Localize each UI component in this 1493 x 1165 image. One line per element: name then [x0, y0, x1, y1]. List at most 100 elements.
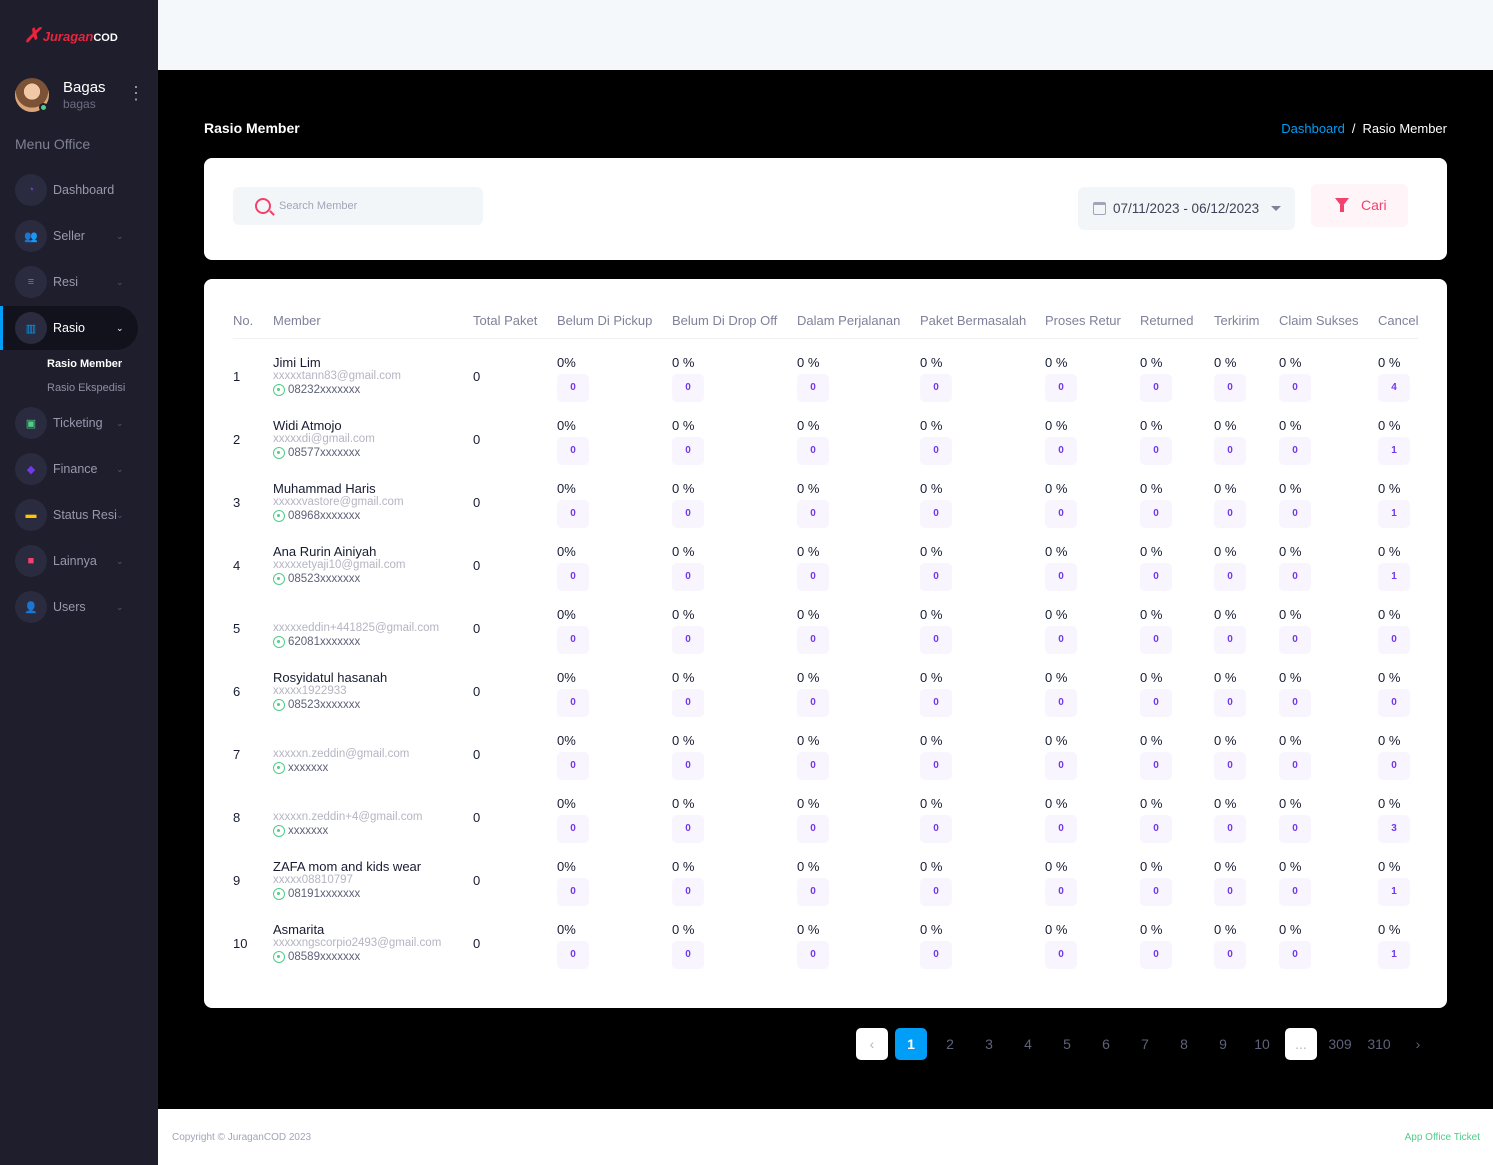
- page-4[interactable]: 4: [1012, 1028, 1044, 1060]
- stat-count-badge[interactable]: 0: [1214, 815, 1246, 843]
- page-309[interactable]: 309: [1324, 1028, 1356, 1060]
- stat-count-badge[interactable]: 0: [1140, 374, 1172, 402]
- stat-count-badge[interactable]: 0: [1279, 374, 1311, 402]
- stat-count-badge[interactable]: 0: [1378, 689, 1410, 717]
- member-phone[interactable]: xxxxxxx: [273, 762, 328, 774]
- stat-count-badge[interactable]: 0: [557, 500, 589, 528]
- member-phone[interactable]: 08232xxxxxxx: [273, 384, 360, 396]
- stat-count-badge[interactable]: 0: [1140, 752, 1172, 780]
- stat-count-badge[interactable]: 0: [1378, 752, 1410, 780]
- member-phone[interactable]: 08191xxxxxxx: [273, 888, 360, 900]
- stat-count-badge[interactable]: 1: [1378, 941, 1410, 969]
- stat-count-badge[interactable]: 0: [557, 752, 589, 780]
- sidebar-item-resi[interactable]: ≡ Resi ⌄: [0, 260, 138, 304]
- stat-count-badge[interactable]: 0: [1140, 941, 1172, 969]
- sidebar-item-dashboard[interactable]: ◔ Dashboard: [0, 168, 138, 212]
- stat-count-badge[interactable]: 0: [1279, 689, 1311, 717]
- sidebar-item-status-resi[interactable]: ▬ Status Resi ⌄: [0, 493, 138, 537]
- member-phone[interactable]: xxxxxxx: [273, 825, 328, 837]
- stat-count-badge[interactable]: 0: [920, 815, 952, 843]
- page-7[interactable]: 7: [1129, 1028, 1161, 1060]
- stat-count-badge[interactable]: 0: [797, 563, 829, 591]
- stat-count-badge[interactable]: 0: [1214, 941, 1246, 969]
- stat-count-badge[interactable]: 0: [672, 689, 704, 717]
- stat-count-badge[interactable]: 0: [557, 626, 589, 654]
- member-phone[interactable]: 08968xxxxxxx: [273, 510, 360, 522]
- stat-count-badge[interactable]: 0: [672, 374, 704, 402]
- page-6[interactable]: 6: [1090, 1028, 1122, 1060]
- prev-page-button[interactable]: ‹: [856, 1028, 888, 1060]
- stat-count-badge[interactable]: 0: [1140, 626, 1172, 654]
- stat-count-badge[interactable]: 1: [1378, 437, 1410, 465]
- stat-count-badge[interactable]: 0: [672, 500, 704, 528]
- stat-count-badge[interactable]: 0: [1045, 437, 1077, 465]
- stat-count-badge[interactable]: 0: [1045, 626, 1077, 654]
- stat-count-badge[interactable]: 0: [797, 374, 829, 402]
- stat-count-badge[interactable]: 0: [557, 437, 589, 465]
- stat-count-badge[interactable]: 3: [1378, 815, 1410, 843]
- stat-count-badge[interactable]: 0: [672, 878, 704, 906]
- date-range-picker[interactable]: 07/11/2023 - 06/12/2023: [1078, 187, 1295, 230]
- page-2[interactable]: 2: [934, 1028, 966, 1060]
- stat-count-badge[interactable]: 0: [1279, 626, 1311, 654]
- stat-count-badge[interactable]: 0: [920, 878, 952, 906]
- member-name[interactable]: ZAFA mom and kids wear: [273, 859, 421, 874]
- sidebar-item-rasio[interactable]: ▥ Rasio ⌄: [0, 306, 138, 350]
- stat-count-badge[interactable]: 0: [797, 626, 829, 654]
- stat-count-badge[interactable]: 0: [1214, 752, 1246, 780]
- stat-count-badge[interactable]: 1: [1378, 563, 1410, 591]
- brand-logo[interactable]: ✗ JuraganCOD: [24, 26, 118, 46]
- stat-count-badge[interactable]: 0: [920, 626, 952, 654]
- page-3[interactable]: 3: [973, 1028, 1005, 1060]
- stat-count-badge[interactable]: 0: [797, 878, 829, 906]
- stat-count-badge[interactable]: 0: [1140, 500, 1172, 528]
- stat-count-badge[interactable]: 0: [1214, 626, 1246, 654]
- stat-count-badge[interactable]: 0: [1214, 563, 1246, 591]
- member-name[interactable]: Ana Rurin Ainiyah: [273, 544, 376, 559]
- stat-count-badge[interactable]: 0: [1214, 437, 1246, 465]
- stat-count-badge[interactable]: 0: [1378, 626, 1410, 654]
- stat-count-badge[interactable]: 0: [1045, 752, 1077, 780]
- stat-count-badge[interactable]: 0: [1279, 563, 1311, 591]
- next-page-button[interactable]: ›: [1402, 1028, 1434, 1060]
- stat-count-badge[interactable]: 0: [1045, 878, 1077, 906]
- stat-count-badge[interactable]: 0: [1045, 689, 1077, 717]
- stat-count-badge[interactable]: 0: [672, 752, 704, 780]
- stat-count-badge[interactable]: 0: [797, 689, 829, 717]
- page-5[interactable]: 5: [1051, 1028, 1083, 1060]
- member-name[interactable]: Rosyidatul hasanah: [273, 670, 387, 685]
- stat-count-badge[interactable]: 0: [1140, 437, 1172, 465]
- stat-count-badge[interactable]: 0: [557, 374, 589, 402]
- stat-count-badge[interactable]: 0: [1214, 689, 1246, 717]
- sidebar-item-finance[interactable]: ◆ Finance ⌄: [0, 447, 138, 491]
- member-name[interactable]: Asmarita: [273, 922, 324, 937]
- stat-count-badge[interactable]: 0: [1045, 815, 1077, 843]
- stat-count-badge[interactable]: 0: [557, 563, 589, 591]
- stat-count-badge[interactable]: 0: [1279, 941, 1311, 969]
- page-9[interactable]: 9: [1207, 1028, 1239, 1060]
- stat-count-badge[interactable]: 0: [920, 374, 952, 402]
- stat-count-badge[interactable]: 0: [920, 941, 952, 969]
- footer-link-app-office-ticket[interactable]: App Office Ticket: [1405, 1132, 1480, 1143]
- stat-count-badge[interactable]: 0: [672, 563, 704, 591]
- page-8[interactable]: 8: [1168, 1028, 1200, 1060]
- stat-count-badge[interactable]: 0: [920, 752, 952, 780]
- stat-count-badge[interactable]: 1: [1378, 878, 1410, 906]
- search-button[interactable]: Cari: [1311, 184, 1408, 227]
- stat-count-badge[interactable]: 0: [1279, 815, 1311, 843]
- stat-count-badge[interactable]: 0: [672, 815, 704, 843]
- stat-count-badge[interactable]: 0: [797, 941, 829, 969]
- stat-count-badge[interactable]: 0: [557, 689, 589, 717]
- stat-count-badge[interactable]: 0: [797, 437, 829, 465]
- page-310[interactable]: 310: [1363, 1028, 1395, 1060]
- stat-count-badge[interactable]: 0: [1045, 374, 1077, 402]
- stat-count-badge[interactable]: 0: [920, 500, 952, 528]
- stat-count-badge[interactable]: 0: [1140, 689, 1172, 717]
- sidebar-item-ticketing[interactable]: ▣ Ticketing ⌄: [0, 401, 138, 445]
- sidebar-item-lainnya[interactable]: ■ Lainnya ⌄: [0, 539, 138, 583]
- stat-count-badge[interactable]: 0: [1045, 941, 1077, 969]
- stat-count-badge[interactable]: 0: [1140, 878, 1172, 906]
- member-phone[interactable]: 08589xxxxxxx: [273, 951, 360, 963]
- submenu-rasio-member[interactable]: Rasio Member: [47, 358, 122, 370]
- stat-count-badge[interactable]: 0: [1214, 374, 1246, 402]
